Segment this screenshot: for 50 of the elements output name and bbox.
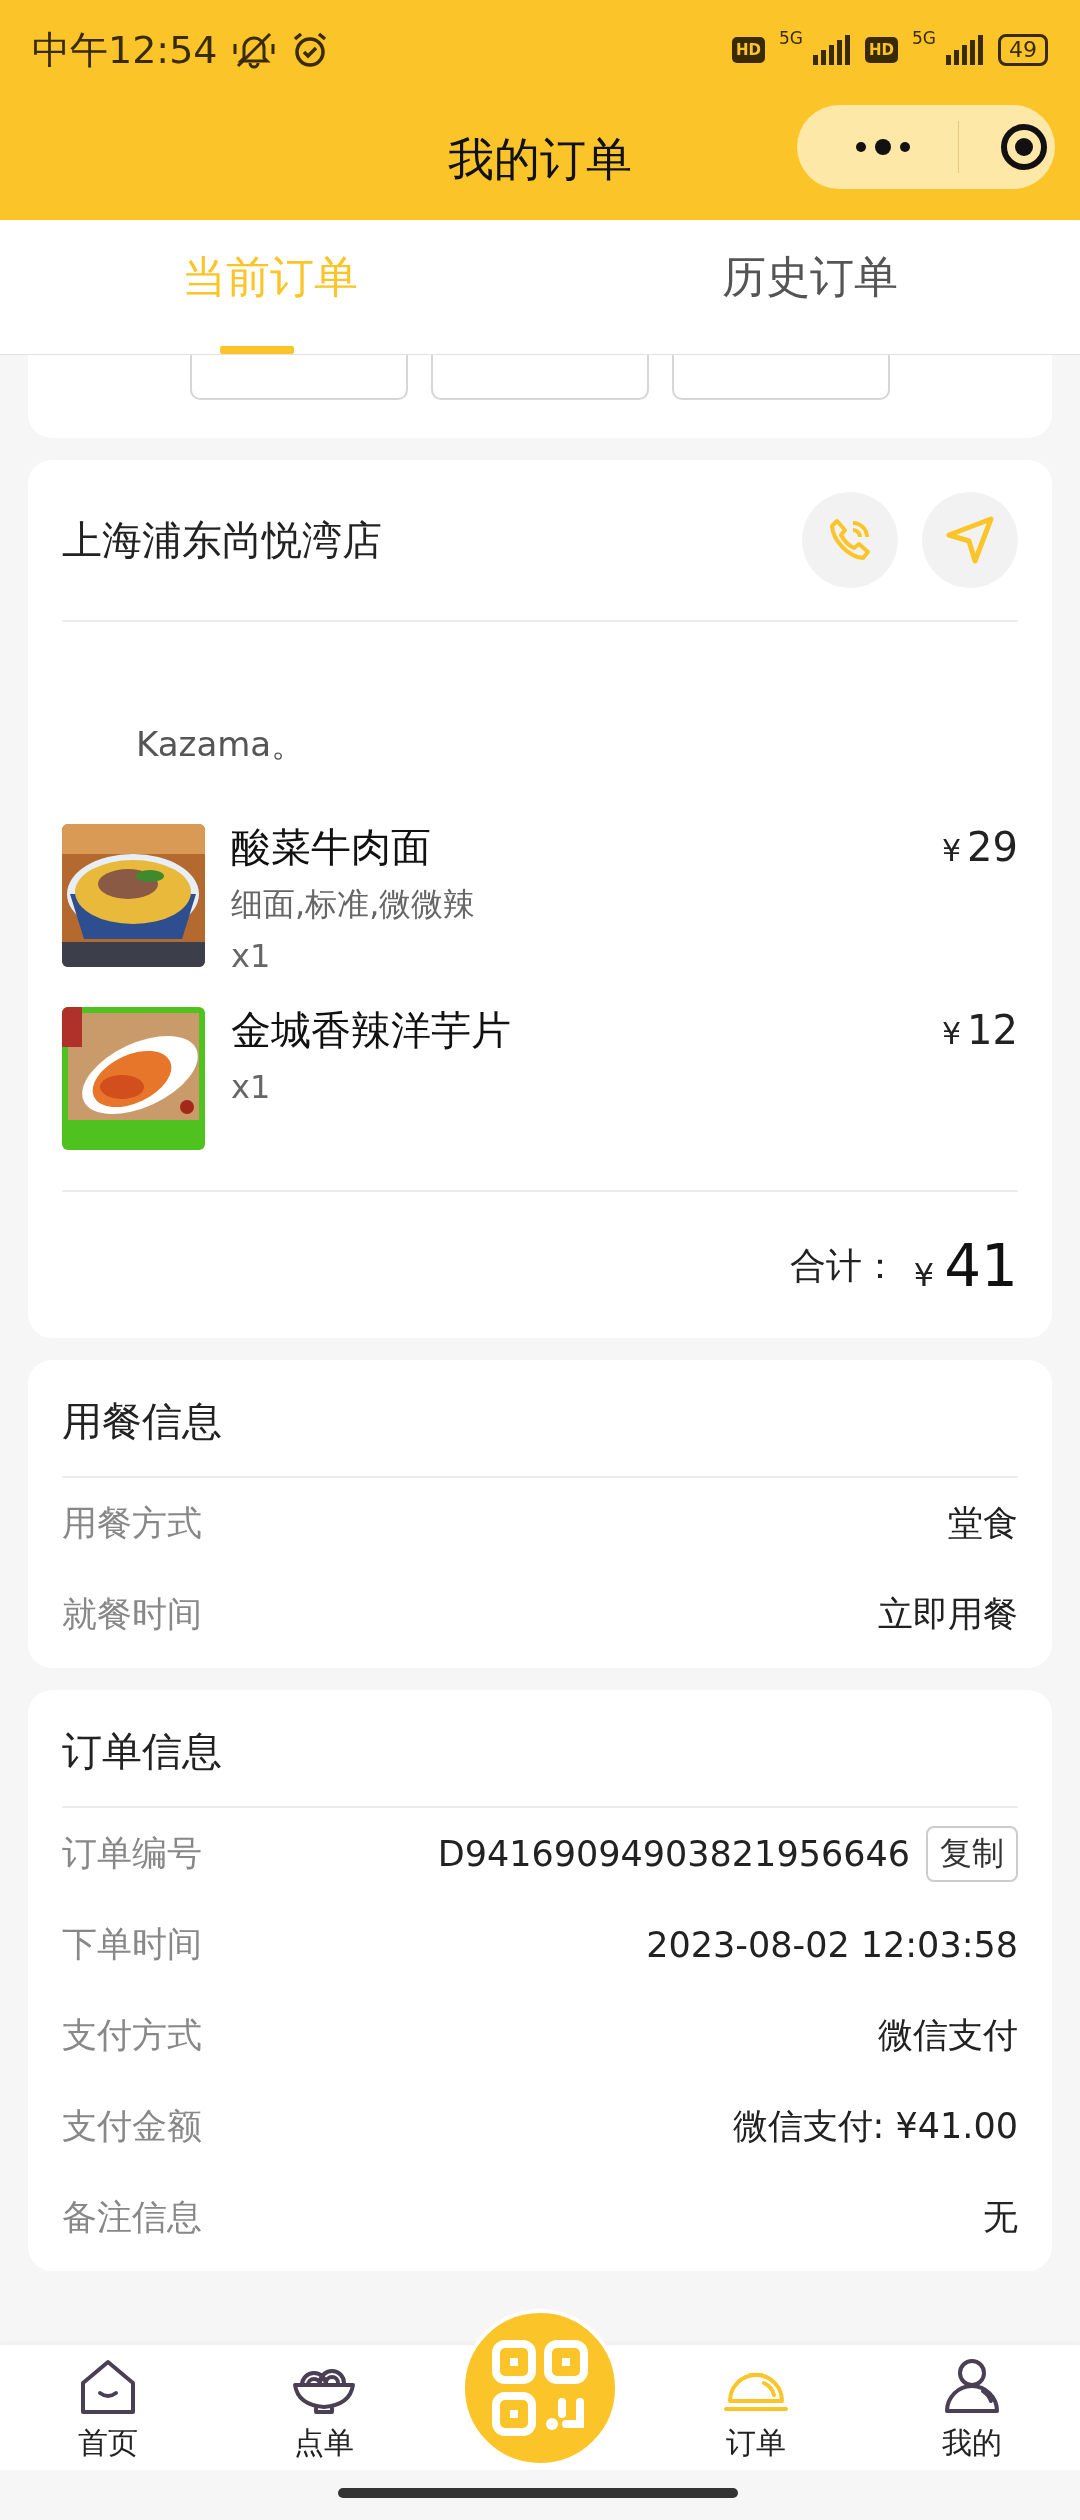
info-value: 立即用餐 (878, 1593, 1018, 1636)
item-options: 细面,标准,微微辣 (231, 883, 916, 927)
order-note: Kazama。 (136, 724, 306, 764)
page-title: 我的订单 (448, 131, 632, 188)
hd-badge: HD (865, 37, 898, 63)
info-label: 订单编号 (62, 1832, 203, 1875)
copy-button[interactable]: 复制 (926, 1825, 1018, 1882)
signal-icon (944, 35, 984, 65)
more-icon[interactable] (855, 139, 911, 155)
info-value: 微信支付: ¥41.00 (732, 2105, 1018, 2148)
person-icon (943, 2357, 1001, 2415)
signal-icon (811, 35, 851, 65)
close-icon[interactable] (999, 122, 1049, 172)
store-name: 上海浦东尚悦湾店 (62, 515, 383, 565)
total-amount: ¥ 41 (913, 1232, 1018, 1300)
info-label: 就餐时间 (62, 1593, 203, 1636)
nav-tab[interactable]: 订单 (648, 2345, 864, 2470)
info-label: 用餐方式 (62, 1502, 203, 1545)
nav-tab[interactable]: 我的 (864, 2345, 1080, 2470)
mute-icon (231, 30, 276, 70)
section-title: 订单信息 (62, 1726, 222, 1776)
tab[interactable]: 历史订单 (540, 220, 1080, 354)
phone-icon (827, 517, 873, 563)
item-name: 酸菜牛肉面 (231, 823, 432, 872)
info-label: 支付方式 (62, 2014, 203, 2057)
info-value: 2023-08-02 12:03:58 (646, 1924, 1018, 1965)
network-label: 5G (912, 28, 936, 48)
info-label: 下单时间 (62, 1923, 203, 1966)
item-name: 金城香辣洋芋片 (231, 1006, 512, 1055)
nav-tab[interactable]: 首页 (0, 2345, 216, 2470)
network-label: 5G (779, 28, 803, 48)
info-label: 支付金额 (62, 2105, 203, 2148)
section-title: 用餐信息 (62, 1396, 222, 1446)
item-price: ¥29 (942, 824, 1018, 872)
info-value: 堂食 (948, 1502, 1018, 1545)
home-icon (79, 2359, 137, 2415)
qr-code-icon (492, 2340, 588, 2436)
info-value: 无 (983, 2196, 1018, 2239)
item-quantity: x1 (231, 937, 272, 975)
info-value: 微信支付 (878, 2014, 1018, 2057)
item-price: ¥12 (942, 1007, 1018, 1055)
battery-indicator: 49 (998, 34, 1048, 66)
info-label: 备注信息 (62, 2196, 203, 2239)
navigation-icon (945, 515, 995, 565)
nav-tab[interactable]: 点单 (216, 2345, 432, 2470)
status-time: 中午12:54 (32, 26, 218, 74)
item-quantity: x1 (231, 1068, 272, 1106)
total-label: 合计： (789, 1243, 898, 1288)
info-value: D94169094903821956646 (437, 1833, 910, 1874)
hd-badge: HD (731, 37, 765, 63)
